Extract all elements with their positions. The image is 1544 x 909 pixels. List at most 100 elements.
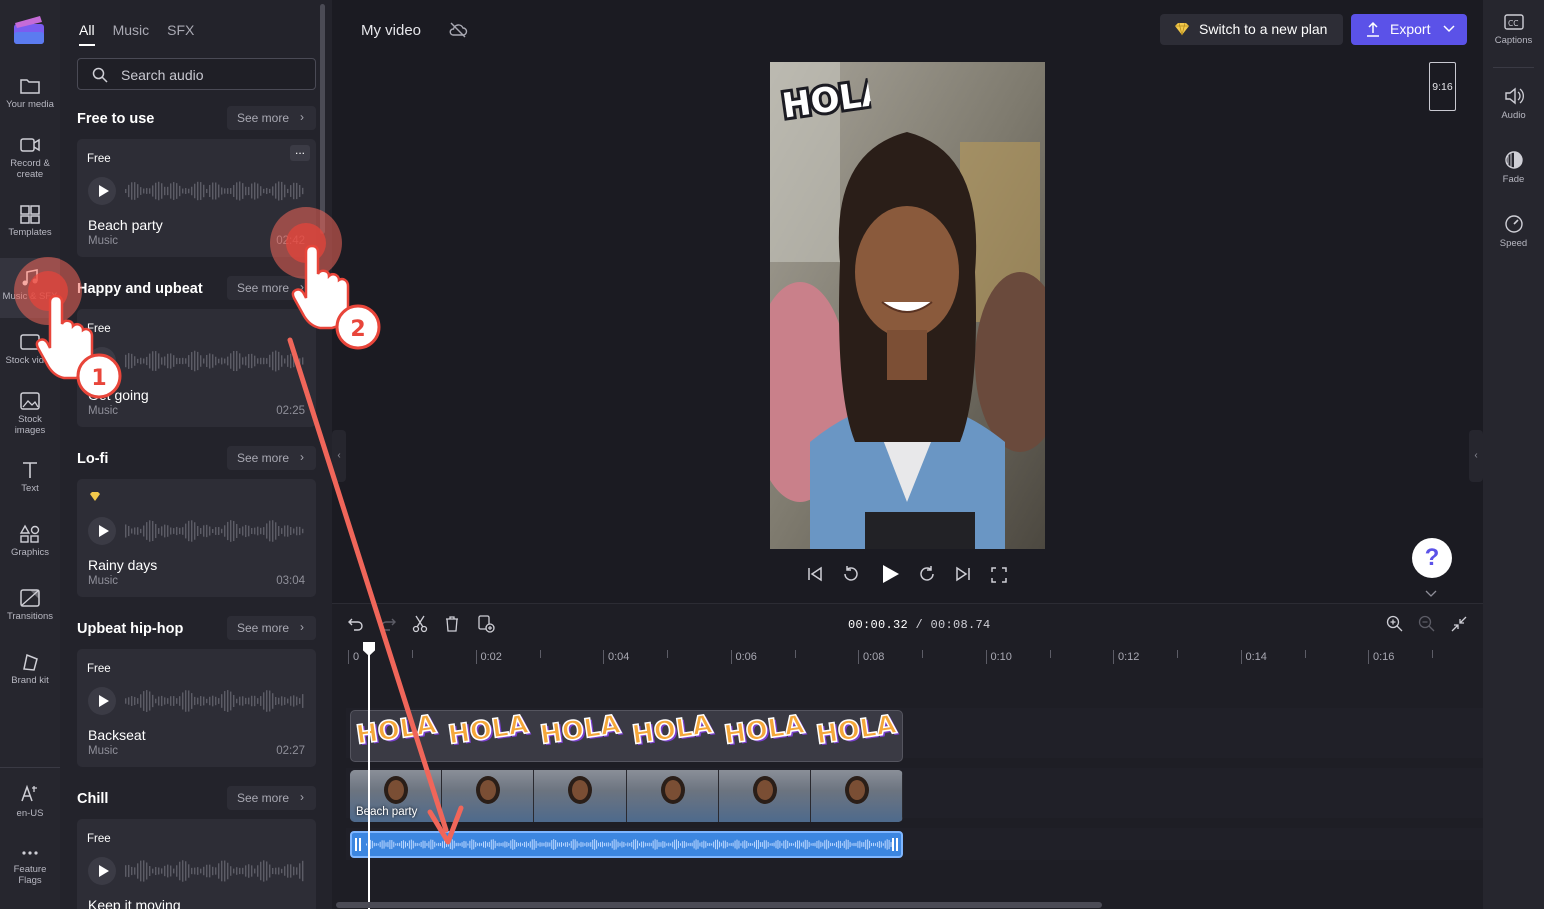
audio-waveform	[366, 839, 892, 850]
rail-item-templates[interactable]: Templates	[0, 204, 60, 238]
audio-card[interactable]: Free Keep it moving	[77, 819, 316, 909]
wave-bar	[254, 355, 256, 367]
skip-forward-icon[interactable]	[954, 565, 972, 583]
trim-handle-right[interactable]	[892, 838, 898, 851]
audio-wave-bar	[759, 842, 761, 847]
help-button[interactable]: ?	[1412, 538, 1452, 578]
see-more-button[interactable]: See more ›	[227, 106, 316, 130]
waveform-icon	[125, 181, 304, 201]
fit-timeline-icon[interactable]	[1450, 615, 1468, 633]
collapse-left-panel-button[interactable]: ‹	[332, 430, 346, 482]
skip-back-icon[interactable]	[806, 565, 824, 583]
wave-bar	[161, 868, 163, 874]
timeline-ruler[interactable]: 0 0:02 0:04 0:06 0:08 0:10 0:12 0:14 0:16	[346, 644, 1483, 670]
search-input[interactable]: Search audio	[77, 58, 316, 90]
audio-clip[interactable]	[350, 831, 903, 858]
wave-bar	[260, 186, 262, 196]
sticker-clip[interactable]: HOLA HOLA HOLA HOLA HOLA HOLA	[350, 710, 903, 762]
audio-wave-bar	[473, 839, 475, 850]
redo-icon[interactable]	[380, 616, 396, 632]
delete-icon[interactable]	[444, 615, 460, 633]
wave-bar	[140, 694, 142, 708]
rail-item-language[interactable]: en-US	[0, 783, 60, 819]
wave-bar	[209, 526, 211, 536]
audio-card[interactable]: Rainy days Music 03:04	[77, 479, 316, 597]
cloud-sync-off-icon[interactable]	[448, 20, 468, 40]
fullscreen-icon[interactable]	[990, 566, 1008, 584]
rail-item-fade[interactable]: Fade	[1483, 150, 1544, 185]
tab-all[interactable]: All	[79, 22, 95, 46]
forward-5-icon[interactable]	[917, 564, 937, 584]
wave-bar	[185, 523, 187, 539]
rail-item-graphics[interactable]: Graphics	[0, 524, 60, 558]
see-more-button[interactable]: See more ›	[227, 616, 316, 640]
play-icon[interactable]	[879, 563, 901, 585]
more-dots-icon	[22, 851, 38, 855]
wave-bar	[272, 186, 274, 196]
undo-icon[interactable]	[348, 616, 364, 632]
tab-music[interactable]: Music	[113, 22, 150, 46]
audio-wave-bar	[633, 839, 635, 850]
switch-plan-button[interactable]: Switch to a new plan	[1160, 14, 1343, 45]
aspect-ratio-button[interactable]: 9:16	[1429, 62, 1456, 111]
wave-bar	[272, 520, 274, 542]
playhead[interactable]	[368, 644, 370, 909]
rail-item-text[interactable]: Text	[0, 460, 60, 494]
play-button[interactable]	[88, 177, 116, 205]
collapse-right-panel-button[interactable]: ‹	[1469, 430, 1483, 482]
audio-wave-bar	[734, 840, 736, 849]
rail-item-your-media[interactable]: Your media	[0, 76, 60, 110]
audio-wave-bar	[490, 839, 492, 850]
audio-card[interactable]: Free Backseat Music 02:27	[77, 649, 316, 767]
project-name[interactable]: My video	[361, 22, 421, 39]
export-button[interactable]: Export	[1351, 14, 1467, 45]
zoom-out-icon[interactable]	[1418, 615, 1436, 633]
see-more-button[interactable]: See more ›	[227, 276, 316, 300]
video-preview[interactable]: HOLA	[770, 62, 1045, 549]
audio-card[interactable]: Free Get going Music 02:25	[77, 309, 316, 427]
trim-handle-left[interactable]	[355, 838, 361, 851]
wave-bar	[251, 183, 253, 199]
rewind-5-icon[interactable]	[841, 564, 861, 584]
audio-wave-bar	[611, 840, 613, 849]
see-more-button[interactable]: See more ›	[227, 786, 316, 810]
wave-bar	[236, 182, 238, 200]
ruler-label: 0:12	[1118, 651, 1140, 663]
timeline-scrollbar[interactable]	[336, 902, 1102, 908]
chevron-down-icon[interactable]	[1425, 590, 1437, 598]
rail-item-audio[interactable]: Audio	[1483, 86, 1544, 121]
play-button[interactable]	[88, 857, 116, 885]
audio-wave-bar	[763, 840, 765, 849]
zoom-in-icon[interactable]	[1386, 615, 1404, 633]
track-type: Music	[88, 235, 119, 247]
rail-item-stock-video[interactable]: Stock video	[0, 332, 60, 366]
play-button[interactable]	[88, 687, 116, 715]
play-button[interactable]	[88, 517, 116, 545]
duplicate-icon[interactable]	[477, 615, 495, 633]
rail-item-brand-kit[interactable]: Brand kit	[0, 652, 60, 686]
rail-item-record-create[interactable]: Record & create	[0, 135, 60, 180]
tab-sfx[interactable]: SFX	[167, 22, 194, 46]
more-options-button[interactable]: ...	[290, 144, 310, 161]
speaker-icon	[1504, 87, 1524, 105]
video-clip[interactable]: Beach party	[350, 770, 903, 822]
rail-item-music-sfx[interactable]: Music & SFX	[0, 258, 60, 318]
play-button[interactable]	[88, 347, 116, 375]
rail-item-stock-images[interactable]: Stock images	[0, 391, 60, 436]
ruler-label: 0:10	[990, 651, 1012, 663]
wave-bar	[296, 867, 298, 875]
fade-icon	[1504, 151, 1523, 169]
rail-item-feature-flags[interactable]: Feature Flags	[0, 845, 60, 886]
see-more-button[interactable]: See more ›	[227, 446, 316, 470]
rail-item-captions[interactable]: CC Captions	[1483, 13, 1544, 46]
wave-bar	[233, 350, 235, 372]
rail-item-transitions[interactable]: Transitions	[0, 588, 60, 622]
rail-label: Record & create	[10, 158, 50, 180]
audio-wave-bar	[676, 839, 678, 850]
wave-bar	[200, 182, 202, 200]
rail-item-speed[interactable]: Speed	[1483, 214, 1544, 249]
audio-card[interactable]: Free ... Beach party Music 02:42	[77, 139, 316, 257]
panel-scrollbar[interactable]	[320, 4, 325, 234]
wave-bar	[227, 690, 229, 712]
split-scissors-icon[interactable]	[412, 615, 428, 633]
